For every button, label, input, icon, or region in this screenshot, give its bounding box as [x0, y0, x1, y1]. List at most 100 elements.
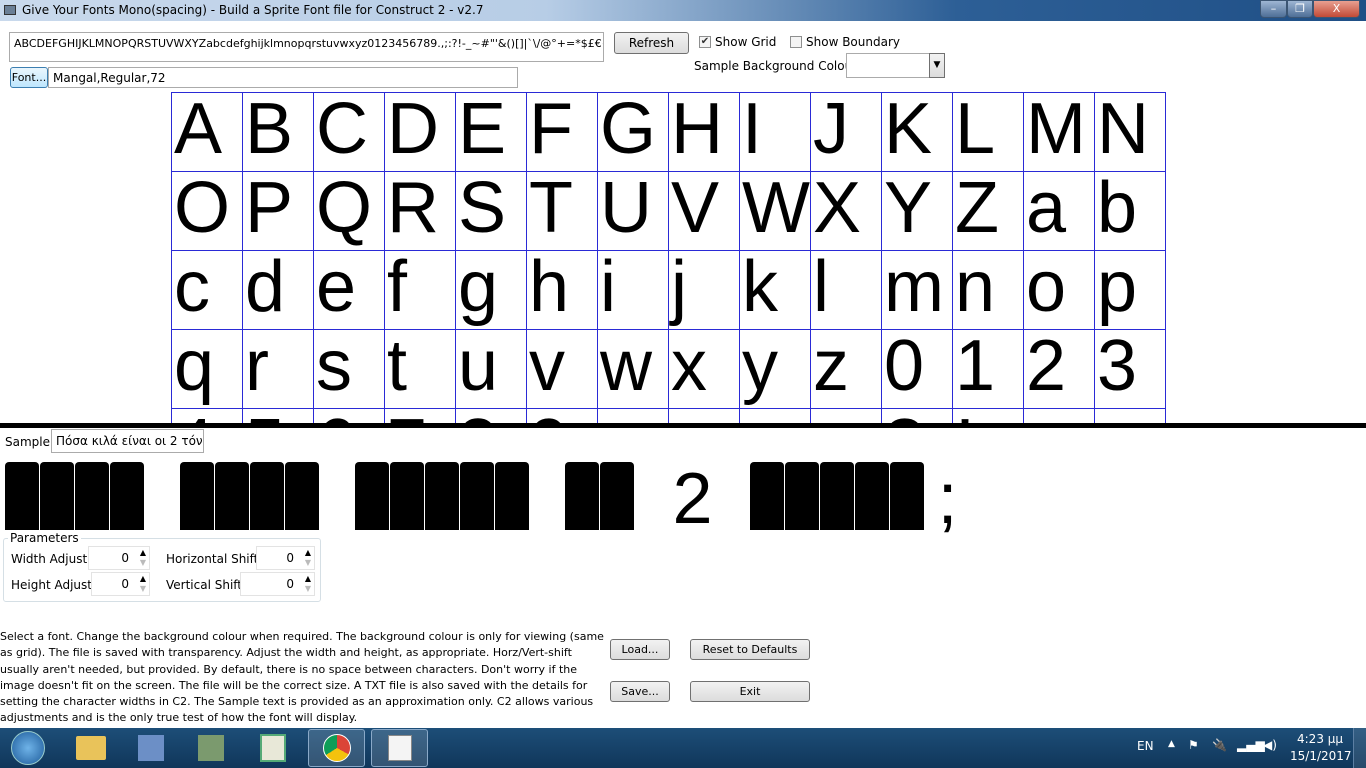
grid-cell: N	[1094, 92, 1166, 172]
taskbar-chrome[interactable]	[308, 729, 365, 767]
load-button[interactable]: Load...	[610, 639, 670, 660]
taskbar-sprite-font-app[interactable]	[371, 729, 428, 767]
volume-icon[interactable]: ◀)	[1263, 738, 1277, 752]
grid-cell: w	[597, 329, 669, 409]
parameters-title: Parameters	[8, 531, 81, 545]
grid-cell: R	[384, 171, 456, 251]
spin-arrows-icon[interactable]: ▲ ▼	[140, 548, 146, 568]
grid-cell: Q	[313, 171, 385, 251]
grid-cell: x	[668, 329, 740, 409]
show-hidden-icons-icon[interactable]: ▲	[1168, 739, 1175, 749]
sample-preview: 2;	[5, 459, 970, 539]
grid-cell: ?	[881, 408, 953, 423]
taskbar-image-editor[interactable]	[244, 729, 301, 767]
font-button[interactable]: Font...	[10, 67, 48, 88]
taskbar-network-app[interactable]	[122, 729, 179, 767]
grid-cell: E	[455, 92, 527, 172]
bg-colour-select[interactable]	[846, 53, 930, 78]
chevron-down-icon[interactable]: ▼	[929, 53, 945, 78]
help-text: Select a font. Change the background col…	[0, 630, 604, 725]
refresh-button[interactable]: Refresh	[614, 32, 689, 54]
grid-cell: p	[1094, 250, 1166, 330]
grid-cell: t	[384, 329, 456, 409]
taskbar-file-explorer[interactable]	[62, 729, 119, 767]
grid-cell: !	[952, 408, 1024, 423]
grid-cell: u	[455, 329, 527, 409]
value: 0	[286, 577, 294, 591]
language-indicator[interactable]: EN	[1137, 739, 1154, 753]
grid-cell: V	[668, 171, 740, 251]
missing-glyph-box	[495, 462, 529, 530]
reset-defaults-button[interactable]: Reset to Defaults	[690, 639, 810, 660]
grid-cell: d	[242, 250, 314, 330]
grid-cell: a	[1023, 171, 1095, 251]
show-desktop-button[interactable]	[1353, 728, 1366, 768]
spin-arrows-icon[interactable]: ▲ ▼	[305, 548, 311, 568]
font-field[interactable]: Mangal,Regular,72	[48, 67, 518, 88]
start-button[interactable]	[0, 729, 55, 767]
bg-colour-label: Sample Background Colour:	[694, 59, 861, 73]
power-icon[interactable]: 🔌	[1212, 738, 1227, 752]
grid-cell: 2	[1023, 329, 1095, 409]
grid-cell: 5	[242, 408, 314, 423]
clock-time[interactable]: 4:23 μμ	[1297, 732, 1343, 746]
width-adjust-spinner[interactable]: 0 ▲ ▼	[88, 546, 150, 570]
grid-cell: :	[810, 408, 882, 423]
grid-cell: S	[455, 171, 527, 251]
spin-arrows-icon[interactable]: ▲ ▼	[140, 574, 146, 594]
grid-cell: H	[668, 92, 740, 172]
save-button[interactable]: Save...	[610, 681, 670, 702]
missing-glyph-box	[855, 462, 889, 530]
grid-cell: X	[810, 171, 882, 251]
grid-cell: y	[739, 329, 811, 409]
height-adjust-spinner[interactable]: 0 ▲ ▼	[91, 572, 150, 596]
grid-cell: -	[1023, 408, 1095, 423]
action-center-flag-icon[interactable]: ⚑	[1188, 738, 1199, 752]
missing-glyph-box	[285, 462, 319, 530]
horizontal-shift-spinner[interactable]: 0 ▲ ▼	[256, 546, 315, 570]
missing-glyph-box	[750, 462, 784, 530]
missing-glyph-box	[890, 462, 924, 530]
close-button[interactable]: X	[1313, 0, 1360, 18]
chrome-icon	[322, 734, 351, 762]
characters-input[interactable]: ABCDEFGHIJKLMNOPQRSTUVWXYZabcdefghijklmn…	[9, 32, 604, 62]
grid-cell: e	[313, 250, 385, 330]
grid-cell: Y	[881, 171, 953, 251]
missing-glyph-box	[565, 462, 599, 530]
missing-glyph-box	[390, 462, 424, 530]
sample-input[interactable]: Πόσα κιλά είναι οι 2 τόνοι;	[51, 429, 204, 453]
grid-cell: D	[384, 92, 456, 172]
minimize-button[interactable]: –	[1260, 0, 1287, 18]
spin-arrows-icon[interactable]: ▲ ▼	[305, 574, 311, 594]
checkmark-icon: ✔	[699, 36, 711, 48]
grid-cell: L	[952, 92, 1024, 172]
grid-cell: C	[313, 92, 385, 172]
grid-cell: b	[1094, 171, 1166, 251]
splitter[interactable]	[0, 423, 1366, 428]
network-icon	[137, 735, 164, 761]
show-boundary-checkbox[interactable]: Show Boundary	[790, 35, 900, 49]
grid-cell: K	[881, 92, 953, 172]
grid-cell: f	[384, 250, 456, 330]
value: 0	[286, 551, 294, 565]
grid-cell: U	[597, 171, 669, 251]
grid-cell: F	[526, 92, 598, 172]
clock-date[interactable]: 15/1/2017	[1290, 749, 1352, 763]
grid-cell: g	[455, 250, 527, 330]
grid-cell: s	[313, 329, 385, 409]
exit-button[interactable]: Exit	[690, 681, 810, 702]
signal-icon[interactable]: ▂▄▆	[1237, 738, 1265, 752]
sample-glyph: ;	[937, 459, 958, 539]
grid-cell: m	[881, 250, 953, 330]
restore-button[interactable]: ❐	[1287, 0, 1313, 18]
missing-glyph-box	[460, 462, 494, 530]
grid-cell: T	[526, 171, 598, 251]
grid-cell: 8	[455, 408, 527, 423]
grid-cell: ,	[668, 408, 740, 423]
vertical-shift-spinner[interactable]: 0 ▲ ▼	[240, 572, 315, 596]
show-grid-checkbox[interactable]: ✔ Show Grid	[699, 35, 776, 49]
missing-glyph-box	[40, 462, 74, 530]
taskbar-tools-app[interactable]	[182, 729, 239, 767]
grid-cell: k	[739, 250, 811, 330]
width-adjust-label: Width Adjust:	[11, 552, 92, 566]
